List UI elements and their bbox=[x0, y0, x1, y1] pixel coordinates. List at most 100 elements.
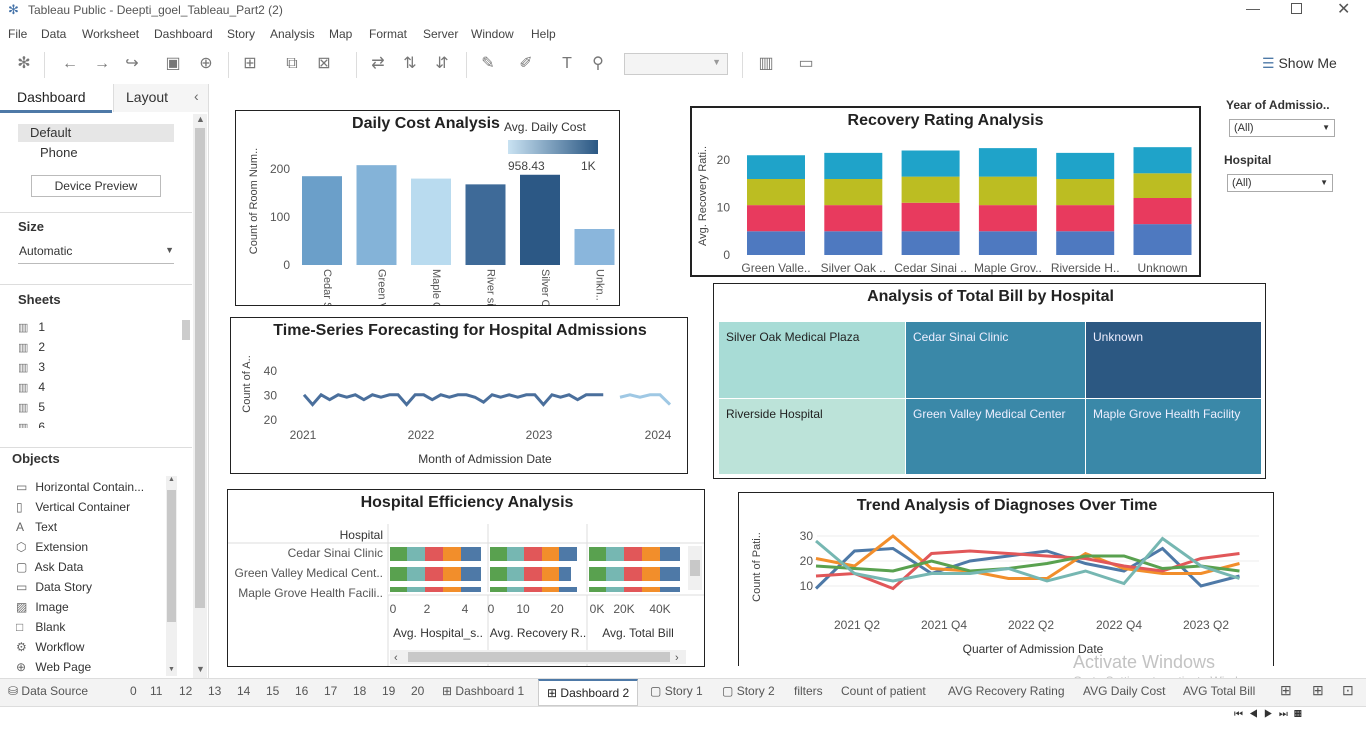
clip-icon[interactable]: ✐ bbox=[516, 54, 536, 74]
object-item[interactable]: ▭ Data Story bbox=[16, 580, 92, 594]
tab-sheet[interactable]: 13 bbox=[208, 684, 221, 698]
sheet-item[interactable]: ▥ 5 bbox=[18, 400, 45, 414]
sheet-item[interactable]: ▥ 6 bbox=[18, 420, 45, 428]
collapse-icon[interactable]: ‹ bbox=[194, 88, 199, 104]
tableau-logo-icon[interactable]: ✻ bbox=[14, 54, 34, 74]
menu-data[interactable]: Data bbox=[41, 27, 66, 41]
tab-sheet[interactable]: filters bbox=[794, 684, 823, 698]
tab-sheet[interactable]: 18 bbox=[353, 684, 366, 698]
replay-icon[interactable]: ↪ bbox=[122, 54, 142, 74]
duplicate-icon[interactable]: ⧉ bbox=[282, 54, 302, 74]
presentation-icon[interactable]: ▭ bbox=[796, 54, 816, 74]
fit-dropdown[interactable]: ▼ bbox=[624, 53, 728, 75]
daily-cost-zone[interactable]: Daily Cost Analysis Avg. Daily Cost 958.… bbox=[235, 110, 620, 306]
menu-dashboard[interactable]: Dashboard bbox=[154, 27, 213, 41]
new-sheet-icon[interactable]: ⊞ bbox=[240, 54, 260, 74]
treemap-cell[interactable]: Silver Oak Medical Plaza bbox=[719, 322, 905, 398]
tab-sheet[interactable]: 17 bbox=[324, 684, 337, 698]
new-datasource-icon[interactable]: ⊕ bbox=[196, 54, 216, 74]
menu-worksheet[interactable]: Worksheet bbox=[82, 27, 139, 41]
timeseries-chart[interactable]: 40 30 20 Count of A.. 2021 2022 2023 2024 Month … bbox=[231, 318, 687, 473]
object-item[interactable]: ▭ Horizontal Contain... bbox=[16, 480, 144, 494]
tab-sheet[interactable]: 11 bbox=[150, 684, 162, 698]
label-icon[interactable]: T bbox=[557, 54, 577, 74]
daily-cost-chart[interactable]: 200 100 0 Count of Room Num.. Cedar Sinai Cl… bbox=[236, 111, 619, 305]
device-preview-button[interactable]: Device Preview bbox=[31, 175, 161, 197]
sort-desc-icon[interactable]: ⇵ bbox=[432, 54, 452, 74]
show-me-button[interactable]: ☰ Show Me bbox=[1262, 55, 1337, 72]
menu-analysis[interactable]: Analysis bbox=[270, 27, 315, 41]
sheet-item[interactable]: ▥ 2 bbox=[18, 340, 45, 354]
object-item[interactable]: ⊕ Web Page bbox=[16, 660, 91, 674]
menu-map[interactable]: Map bbox=[329, 27, 352, 41]
sheet-item[interactable]: ▥ 1 bbox=[18, 320, 45, 334]
recovery-zone[interactable]: Recovery Rating Analysis 20 10 0 Avg. Recov… bbox=[690, 106, 1201, 277]
sheet-item[interactable]: ▥ 4 bbox=[18, 380, 45, 394]
tab-sheet[interactable]: AVG Recovery Rating bbox=[948, 684, 1065, 698]
device-default[interactable]: Default bbox=[30, 125, 71, 140]
sort-asc-icon[interactable]: ⇅ bbox=[400, 54, 420, 74]
efficiency-zone[interactable]: Hospital Efficiency Analysis Hospital Ced… bbox=[227, 489, 705, 667]
menu-window[interactable]: Window bbox=[471, 27, 514, 41]
recovery-chart[interactable]: 20 10 0 Avg. Recovery Rati.. Green Valle.. Si… bbox=[692, 108, 1199, 275]
object-item[interactable]: ▢ Ask Data bbox=[16, 560, 83, 574]
tab-dashboard[interactable]: Dashboard bbox=[17, 89, 86, 105]
treemap-cell[interactable]: Green Valley Medical Center bbox=[906, 399, 1085, 474]
tab-dashboard[interactable]: ⊞ Dashboard 1 bbox=[442, 684, 524, 698]
minimize-icon[interactable]: — bbox=[1246, 0, 1260, 16]
tab-sheet[interactable]: AVG Total Bill bbox=[1183, 684, 1255, 698]
tab-sheet[interactable]: Count of patient bbox=[841, 684, 926, 698]
new-sheet-tab-icon[interactable]: ⊞ bbox=[1280, 682, 1292, 699]
swap-icon[interactable]: ⇄ bbox=[368, 54, 388, 74]
objects-scrollbar[interactable]: ▲ ▼ bbox=[166, 476, 177, 676]
menu-format[interactable]: Format bbox=[369, 27, 407, 41]
tab-data-source[interactable]: ⛁ Data Source bbox=[8, 684, 88, 698]
totalbill-zone[interactable]: Analysis of Total Bill by Hospital Silve… bbox=[713, 283, 1266, 479]
treemap-cell[interactable]: Unknown bbox=[1086, 322, 1261, 398]
trend-zone[interactable]: Trend Analysis of Diagnoses Over Time 30… bbox=[738, 492, 1274, 666]
object-item[interactable]: □ Blank bbox=[16, 620, 65, 634]
tab-story[interactable]: ▢ Story 2 bbox=[722, 684, 775, 698]
menu-help[interactable]: Help bbox=[531, 27, 556, 41]
treemap-cell[interactable]: Cedar Sinai Clinic bbox=[906, 322, 1085, 398]
menu-file[interactable]: File bbox=[8, 27, 27, 41]
tab-sheet[interactable]: 12 bbox=[179, 684, 192, 698]
size-dropdown[interactable]: Automatic ▼ bbox=[18, 244, 174, 264]
cards-icon[interactable]: ▥ bbox=[756, 54, 776, 74]
treemap-cell[interactable]: Riverside Hospital bbox=[719, 399, 905, 474]
object-item[interactable]: ⬡ Extension bbox=[16, 540, 88, 554]
menu-server[interactable]: Server bbox=[423, 27, 458, 41]
hospital-filter-dropdown[interactable]: (All) ▼ bbox=[1227, 174, 1333, 192]
device-phone[interactable]: Phone bbox=[40, 145, 78, 160]
tab-sheet[interactable]: 16 bbox=[295, 684, 308, 698]
object-item[interactable]: ▨ Image bbox=[16, 600, 69, 614]
object-item[interactable]: ⚙ Workflow bbox=[16, 640, 84, 654]
pane-scrollbar[interactable]: ▲ ▼ bbox=[193, 114, 207, 678]
efficiency-chart[interactable]: Hospital Cedar Sinai Clinic Green Valley M… bbox=[228, 490, 704, 666]
pin-icon[interactable]: ⚲ bbox=[588, 54, 608, 74]
tab-sheet[interactable]: 14 bbox=[237, 684, 250, 698]
close-icon[interactable]: ✕ bbox=[1337, 0, 1350, 19]
status-nav-icons[interactable]: ⏮◀▶⏭▦ bbox=[1234, 709, 1308, 720]
tab-sheet[interactable]: AVG Daily Cost bbox=[1083, 684, 1165, 698]
year-filter-dropdown[interactable]: (All) ▼ bbox=[1229, 119, 1335, 137]
trend-chart[interactable]: 30 20 10 Count of Pati.. 2021 Q2 2021 Q4 2022 … bbox=[739, 493, 1273, 665]
save-icon[interactable]: ▣ bbox=[163, 54, 183, 74]
tab-sheet[interactable]: 0 bbox=[130, 684, 137, 698]
clear-sheet-icon[interactable]: ⊠ bbox=[314, 54, 334, 74]
treemap-cell[interactable]: Maple Grove Health Facility bbox=[1086, 399, 1261, 474]
tab-story[interactable]: ▢ Story 1 bbox=[650, 684, 703, 698]
tab-layout[interactable]: Layout bbox=[126, 89, 168, 105]
undo-icon[interactable]: ← bbox=[60, 54, 80, 74]
sheets-scrollbar[interactable] bbox=[182, 320, 190, 340]
tab-dashboard[interactable]: ⊞ Dashboard 2 bbox=[538, 679, 639, 706]
tab-sheet[interactable]: 20 bbox=[411, 684, 424, 698]
object-item[interactable]: A Text bbox=[16, 520, 57, 534]
redo-icon[interactable]: → bbox=[92, 54, 112, 74]
menu-story[interactable]: Story bbox=[227, 27, 255, 41]
object-item[interactable]: ▯ Vertical Container bbox=[16, 500, 130, 514]
sheet-item[interactable]: ▥ 3 bbox=[18, 360, 45, 374]
maximize-icon[interactable] bbox=[1291, 3, 1302, 14]
new-dashboard-tab-icon[interactable]: ⊞ bbox=[1312, 682, 1324, 699]
timeseries-zone[interactable]: Time-Series Forecasting for Hospital Adm… bbox=[230, 317, 688, 474]
